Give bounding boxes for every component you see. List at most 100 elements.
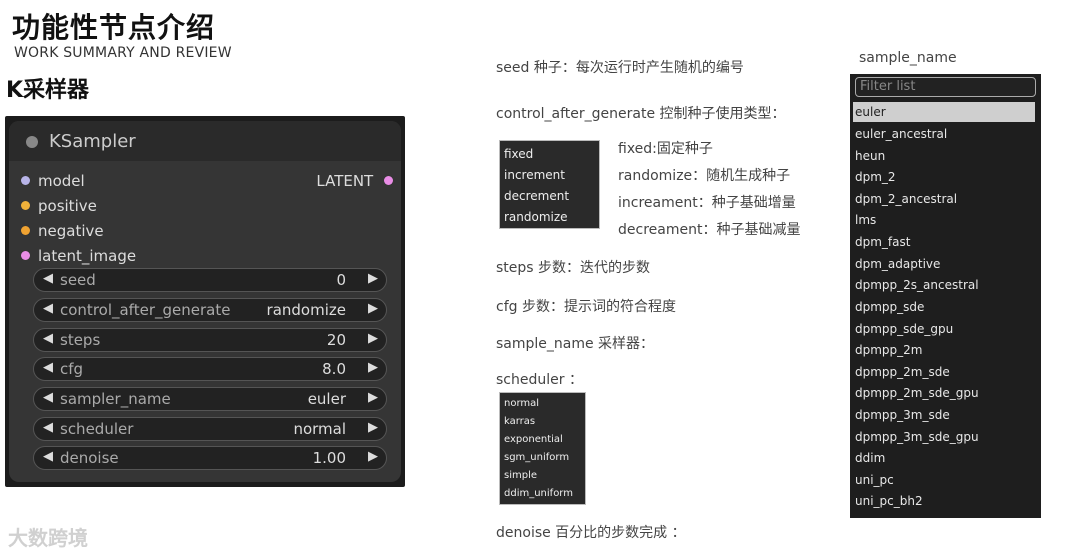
item-label: uni_pc — [855, 473, 894, 487]
dropdown-item[interactable]: dpmpp_2m_sde_gpu — [850, 383, 1041, 403]
decrement-arrow-icon[interactable]: ◀ — [43, 360, 53, 375]
widget-denoise[interactable]: ◀ denoise 1.00 ▶ — [33, 446, 387, 470]
node-header[interactable]: KSampler — [9, 121, 401, 161]
section-heading: K采样器 — [6, 78, 90, 103]
widget-label: cfg — [60, 360, 84, 378]
widget-scheduler[interactable]: ◀ scheduler normal ▶ — [33, 417, 387, 441]
widget-value[interactable]: 20 — [327, 331, 346, 349]
list-item[interactable]: karras — [504, 416, 535, 427]
item-label: dpmpp_sde_gpu — [855, 322, 954, 336]
list-item[interactable]: randomize — [504, 210, 568, 224]
list-item[interactable]: simple — [504, 470, 537, 481]
increment-arrow-icon[interactable]: ▶ — [368, 449, 378, 464]
list-item[interactable]: fixed — [504, 147, 533, 161]
widget-seed[interactable]: ◀ seed 0 ▶ — [33, 268, 387, 292]
list-item[interactable]: sgm_uniform — [504, 452, 569, 463]
item-label: dpm_adaptive — [855, 257, 941, 271]
dropdown-item[interactable]: heun — [850, 146, 1041, 166]
list-item[interactable]: decrement — [504, 189, 569, 203]
item-label: dpmpp_2s_ancestral — [855, 278, 979, 292]
dropdown-item[interactable]: lms — [850, 210, 1041, 230]
item-label: dpmpp_2m_sde — [855, 365, 950, 379]
slot-label: negative — [38, 222, 104, 240]
widget-label: steps — [60, 331, 101, 349]
filter-input[interactable]: Filter list — [855, 77, 1036, 97]
input-slot-latent-image[interactable]: latent_image — [21, 247, 136, 265]
decrement-arrow-icon[interactable]: ◀ — [43, 390, 53, 405]
slot-dot-icon[interactable] — [21, 201, 30, 210]
desc-seed: seed 种子：每次运行时产生随机的编号 — [496, 60, 744, 76]
list-item[interactable]: exponential — [504, 434, 563, 445]
node-body: KSampler model positive negative latent_… — [9, 121, 401, 482]
list-item[interactable]: ddim_uniform — [504, 488, 573, 499]
ksampler-node: KSampler model positive negative latent_… — [5, 116, 405, 487]
dropdown-item[interactable]: dpm_2 — [850, 167, 1041, 187]
dropdown-item[interactable]: uni_pc — [850, 470, 1041, 490]
dropdown-item[interactable]: dpm_2_ancestral — [850, 189, 1041, 209]
item-label: dpmpp_3m_sde — [855, 408, 950, 422]
widget-steps[interactable]: ◀ steps 20 ▶ — [33, 328, 387, 352]
item-label: dpmpp_2m_sde_gpu — [855, 386, 979, 400]
dropdown-item[interactable]: dpmpp_2m_sde — [850, 362, 1041, 382]
dropdown-item[interactable]: dpmpp_sde_gpu — [850, 319, 1041, 339]
item-label: uni_pc_bh2 — [855, 494, 923, 508]
dropdown-item[interactable]: euler_ancestral — [850, 124, 1041, 144]
widget-value[interactable]: euler — [308, 390, 346, 408]
scheduler-options-list: normal karras exponential sgm_uniform si… — [499, 392, 586, 505]
list-item[interactable]: normal — [504, 398, 539, 409]
input-slot-negative[interactable]: negative — [21, 222, 104, 240]
slot-dot-icon[interactable] — [21, 226, 30, 235]
dropdown-item[interactable]: uni_pc_bh2 — [850, 491, 1041, 511]
output-slot-latent[interactable]: LATENT — [316, 172, 393, 190]
input-slot-positive[interactable]: positive — [21, 197, 97, 215]
desc-cfg: cfg 步数：提示词的符合程度 — [496, 299, 676, 315]
slot-dot-icon[interactable] — [21, 251, 30, 260]
dropdown-item[interactable]: dpmpp_sde — [850, 297, 1041, 317]
slot-label: positive — [38, 197, 97, 215]
increment-arrow-icon[interactable]: ▶ — [368, 331, 378, 346]
dropdown-item[interactable]: dpmpp_3m_sde — [850, 405, 1041, 425]
widget-value[interactable]: randomize — [267, 301, 346, 319]
input-slot-model[interactable]: model — [21, 172, 85, 190]
widget-value[interactable]: 1.00 — [313, 449, 346, 467]
dropdown-item[interactable]: dpmpp_3m_sde_gpu — [850, 427, 1041, 447]
item-label: dpmpp_sde — [855, 300, 925, 314]
increment-arrow-icon[interactable]: ▶ — [368, 301, 378, 316]
widget-cfg[interactable]: ◀ cfg 8.0 ▶ — [33, 357, 387, 381]
list-item[interactable]: increment — [504, 168, 565, 182]
widget-value[interactable]: 8.0 — [322, 360, 346, 378]
desc-sampler-name: sample_name 采样器： — [496, 336, 655, 352]
item-label: dpm_2 — [855, 170, 896, 184]
item-label: heun — [855, 149, 886, 163]
control-option-desc: randomize：随机生成种子 — [618, 168, 791, 184]
control-options-list: fixed increment decrement randomize — [499, 140, 600, 229]
dropdown-item[interactable]: dpmpp_2m — [850, 340, 1041, 360]
widget-value[interactable]: 0 — [336, 271, 346, 289]
slot-label: LATENT — [316, 172, 374, 190]
decrement-arrow-icon[interactable]: ◀ — [43, 301, 53, 316]
widget-control-after-generate[interactable]: ◀ control_after_generate randomize ▶ — [33, 298, 387, 322]
dropdown-item[interactable]: dpm_adaptive — [850, 254, 1041, 274]
decrement-arrow-icon[interactable]: ◀ — [43, 331, 53, 346]
item-label: euler — [855, 105, 886, 119]
increment-arrow-icon[interactable]: ▶ — [368, 271, 378, 286]
dropdown-item[interactable]: dpm_fast — [850, 232, 1041, 252]
node-collapse-dot[interactable] — [26, 136, 38, 148]
sampler-dropdown-title: sample_name — [859, 50, 957, 66]
decrement-arrow-icon[interactable]: ◀ — [43, 271, 53, 286]
slot-dot-icon[interactable] — [384, 176, 393, 185]
item-label: dpm_fast — [855, 235, 911, 249]
increment-arrow-icon[interactable]: ▶ — [368, 360, 378, 375]
decrement-arrow-icon[interactable]: ◀ — [43, 420, 53, 435]
widget-value[interactable]: normal — [293, 420, 346, 438]
item-label: euler_ancestral — [855, 127, 948, 141]
widget-sampler-name[interactable]: ◀ sampler_name euler ▶ — [33, 387, 387, 411]
dropdown-item-selected[interactable]: euler — [853, 102, 1035, 122]
dropdown-item[interactable]: ddim — [850, 448, 1041, 468]
increment-arrow-icon[interactable]: ▶ — [368, 390, 378, 405]
increment-arrow-icon[interactable]: ▶ — [368, 420, 378, 435]
decrement-arrow-icon[interactable]: ◀ — [43, 449, 53, 464]
dropdown-item[interactable]: dpmpp_2s_ancestral — [850, 275, 1041, 295]
desc-scheduler: scheduler ： — [496, 372, 583, 388]
slot-dot-icon[interactable] — [21, 176, 30, 185]
